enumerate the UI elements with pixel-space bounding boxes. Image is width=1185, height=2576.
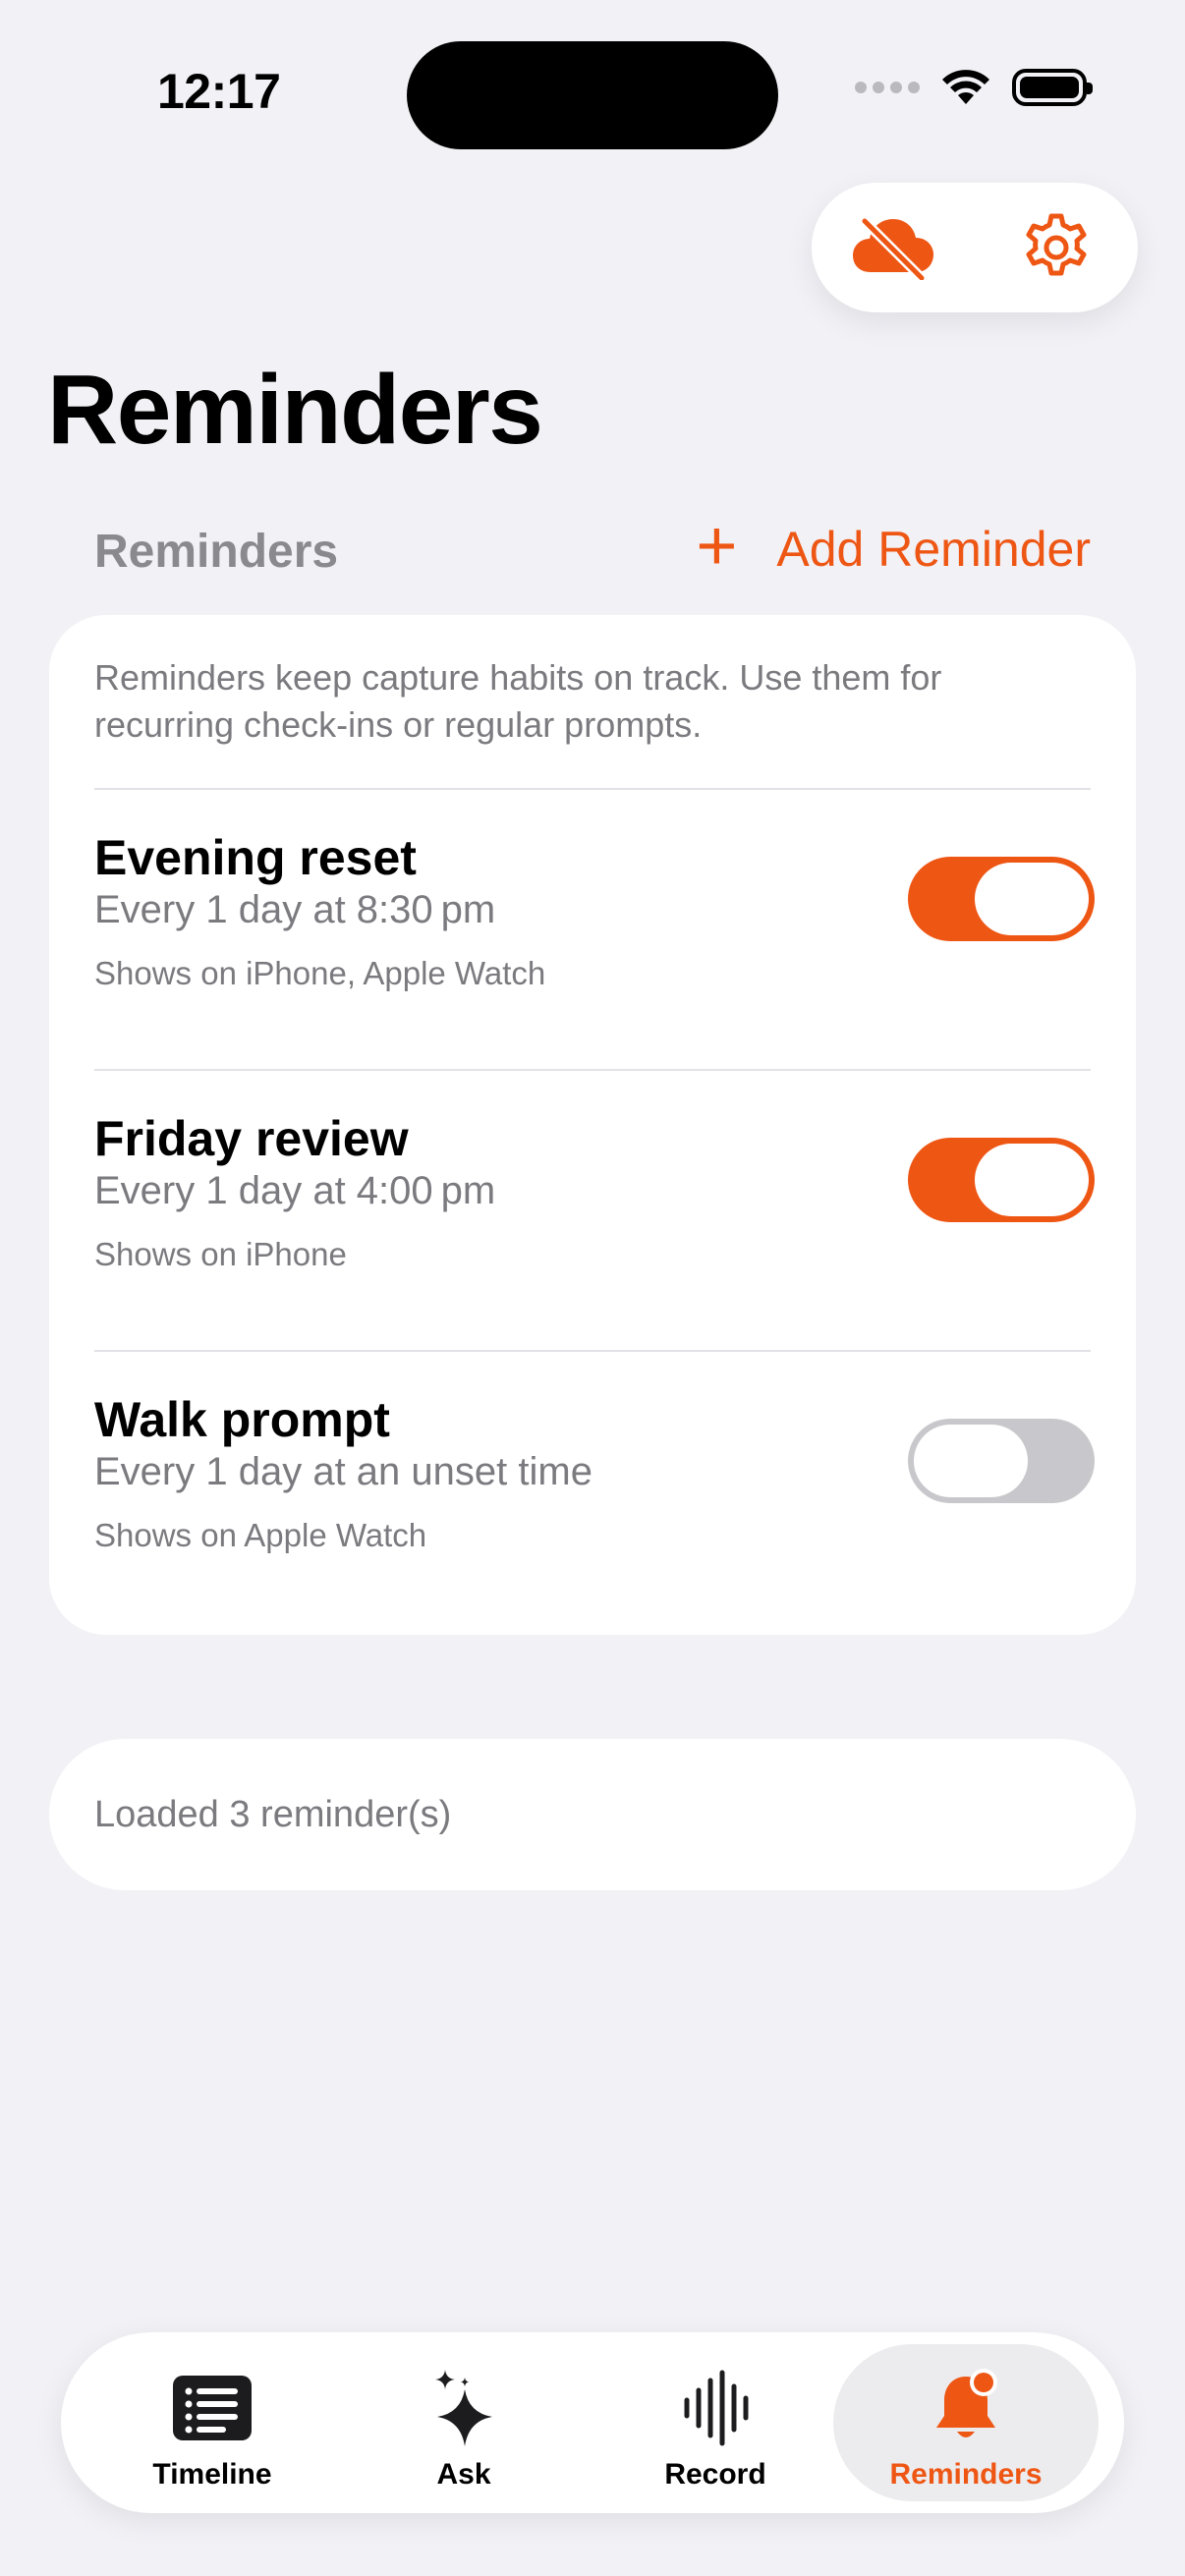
reminders-card: Reminders keep capture habits on track. … <box>49 615 1136 1635</box>
sparkles-icon <box>429 2364 498 2452</box>
reminders-description: Reminders keep capture habits on track. … <box>94 657 942 745</box>
wifi-icon <box>942 70 989 104</box>
reminder-title: Friday review <box>94 1111 409 1166</box>
status-time: 12:17 <box>157 64 281 119</box>
reminder-row-evening-reset[interactable]: Evening reset Every 1 day at 8:30 pm Sho… <box>49 790 1136 1071</box>
reminder-title: Evening reset <box>94 830 417 885</box>
status-text: Loaded 3 reminder(s) <box>94 1794 452 1835</box>
gear-icon[interactable] <box>1012 203 1100 292</box>
reminder-toggle[interactable] <box>908 1138 1095 1222</box>
reminder-toggle[interactable] <box>908 857 1095 941</box>
page-title: Reminders <box>47 355 543 465</box>
tab-bar: Timeline Ask Record Reminders <box>61 2332 1124 2513</box>
waveform-icon <box>681 2364 750 2452</box>
reminder-devices: Shows on Apple Watch <box>94 1517 427 1553</box>
plus-icon: + <box>696 507 738 586</box>
reminder-devices: Shows on iPhone, Apple Watch <box>94 955 546 991</box>
reminder-toggle[interactable] <box>908 1419 1095 1503</box>
tab-label: Timeline <box>152 2458 272 2491</box>
reminder-devices: Shows on iPhone <box>94 1236 347 1272</box>
status-card: Loaded 3 reminder(s) <box>49 1739 1136 1890</box>
reminder-title: Walk prompt <box>94 1392 390 1447</box>
section-header: Reminders <box>94 526 339 578</box>
tab-label: Reminders <box>889 2458 1043 2491</box>
dynamic-island <box>407 41 778 149</box>
tab-timeline[interactable]: Timeline <box>86 2344 338 2501</box>
tab-label: Ask <box>436 2458 491 2491</box>
tab-reminders[interactable]: Reminders <box>833 2344 1099 2501</box>
reminder-row-friday-review[interactable]: Friday review Every 1 day at 4:00 pm Sho… <box>49 1071 1136 1352</box>
tab-ask[interactable]: Ask <box>338 2344 590 2501</box>
add-reminder-label: Add Reminder <box>776 522 1091 577</box>
tab-label: Record <box>664 2458 766 2491</box>
status-indicators <box>855 69 1093 106</box>
reminder-schedule: Every 1 day at 8:30 pm <box>94 888 496 931</box>
reminder-row-walk-prompt[interactable]: Walk prompt Every 1 day at an unset time… <box>49 1352 1136 1633</box>
list-icon <box>173 2364 252 2452</box>
top-actions-pill <box>812 183 1138 312</box>
tab-record[interactable]: Record <box>590 2344 841 2501</box>
reminder-schedule: Every 1 day at an unset time <box>94 1450 592 1493</box>
battery-icon <box>1012 69 1093 106</box>
add-reminder-button[interactable]: + Add Reminder <box>696 511 1091 582</box>
cellular-signal-icon <box>855 82 920 93</box>
reminder-schedule: Every 1 day at 4:00 pm <box>94 1169 496 1212</box>
cloud-slash-icon[interactable] <box>849 203 937 292</box>
bell-badge-icon <box>931 2364 1001 2452</box>
